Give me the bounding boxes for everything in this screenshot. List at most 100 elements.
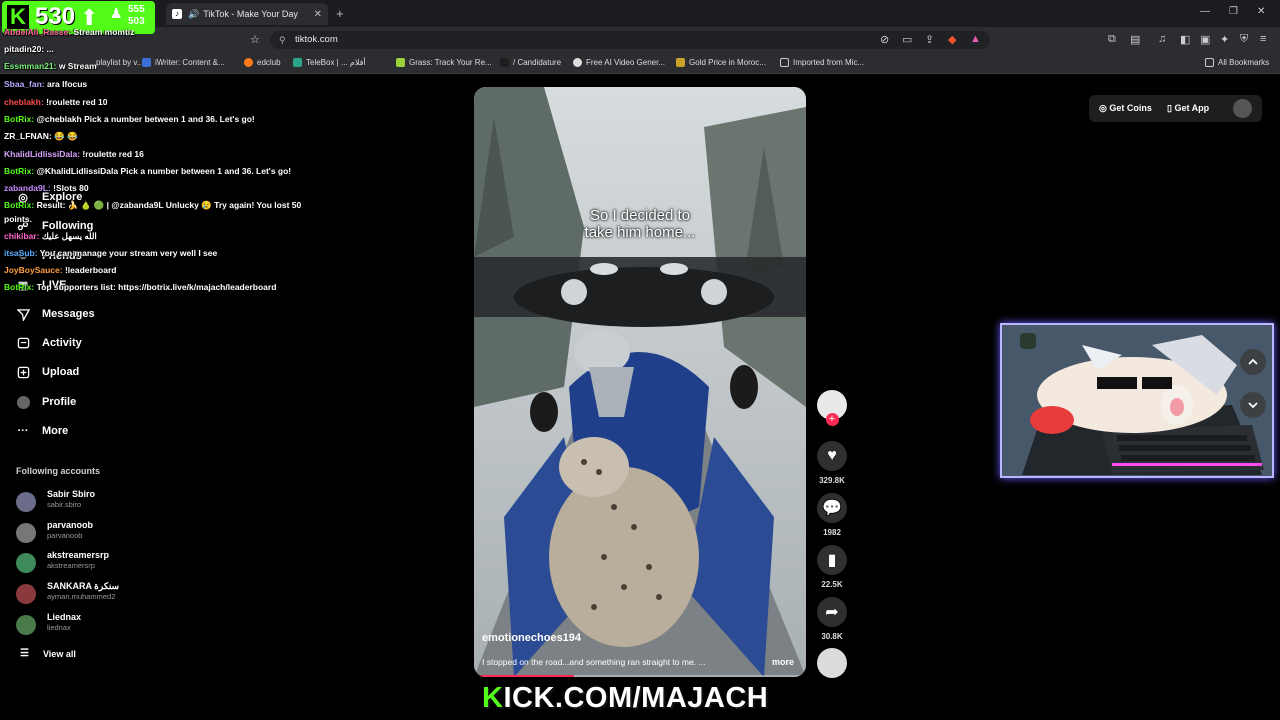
close-window-icon[interactable]: ✕ — [1257, 6, 1265, 17]
video-frame — [474, 87, 806, 677]
following-account[interactable]: Sabir Sbiro sabir.sbiro — [16, 489, 166, 517]
list-icon: ☰ — [20, 648, 29, 659]
video-player[interactable]: So I decided to take him home... emotion… — [474, 87, 806, 677]
user-avatar[interactable] — [1233, 99, 1252, 118]
wallet-icon[interactable]: ▣ — [1200, 33, 1210, 46]
chat-username: BotRix: — [4, 114, 35, 124]
nav-upload[interactable]: Upload — [16, 365, 156, 379]
nav-messages[interactable]: Messages — [16, 307, 156, 321]
bookmark-icon: ▮ — [817, 545, 847, 575]
bookmark-item[interactable]: Grass: Track Your Re... — [396, 58, 492, 67]
chat-message: Sbaa_fan: ara lfocus — [4, 79, 87, 89]
leo-ai-icon[interactable]: ✦ — [1220, 33, 1229, 46]
chat-message: zabanda9L: !Slots 80 — [4, 183, 89, 193]
browser-tab-bar: ♪ 🔊 TikTok - Make Your Day ✕ + — ❐ ✕ — [0, 0, 1280, 27]
video-more-button[interactable]: more — [772, 657, 794, 667]
bookmark-star-icon[interactable]: ☆ — [250, 33, 260, 46]
creator-avatar-button[interactable]: + — [817, 390, 847, 426]
all-bookmarks-folder[interactable]: All Bookmarks — [1205, 58, 1269, 67]
site-info-icon[interactable]: ⚲ — [279, 31, 286, 49]
profile-icon — [16, 395, 30, 409]
sidebar-toggle-icon[interactable]: ◧ — [1180, 33, 1190, 46]
chat-text: !roulette red 10 — [46, 97, 108, 107]
chat-username: KhalidLidlissiDala: — [4, 149, 81, 159]
bookmark-item[interactable]: edclub — [244, 58, 281, 67]
chat-text: !leaderboard — [64, 265, 117, 275]
new-tab-icon[interactable]: + — [336, 6, 344, 21]
like-button[interactable]: ♥ 329.8K — [817, 441, 847, 485]
browser-tab[interactable]: ♪ 🔊 TikTok - Make Your Day ✕ — [166, 3, 328, 25]
next-video-button[interactable] — [1240, 392, 1266, 418]
kick-logo-icon: K — [7, 5, 29, 29]
previous-video-button[interactable] — [1240, 349, 1266, 375]
bookmark-favicon-icon — [676, 58, 685, 67]
like-count: 329.8K — [819, 476, 845, 485]
vpn-icon[interactable]: ⛨ — [1240, 33, 1248, 46]
chat-username: Essmman21: — [4, 61, 57, 71]
share-button[interactable]: ➦ 30.8K — [817, 597, 847, 641]
chat-username: AbdelAli_Rasse: — [4, 27, 72, 37]
extensions-icon[interactable]: ⧉ — [1108, 33, 1116, 46]
video-username[interactable]: emotionechoes194 — [482, 632, 581, 644]
messages-icon — [16, 307, 30, 321]
nav-profile[interactable]: Profile — [16, 395, 156, 409]
chat-text: ara lfocus — [47, 79, 88, 89]
minimize-icon[interactable]: — — [1200, 6, 1210, 17]
streamer-webcam-overlay — [1000, 323, 1274, 478]
chat-username: BotRix: — [4, 200, 35, 210]
restore-icon[interactable]: ❐ — [1229, 6, 1238, 17]
menu-icon[interactable]: ≡ — [1260, 33, 1266, 45]
get-coins-button[interactable]: ◎ Get Coins — [1099, 103, 1152, 114]
bookmark-item[interactable]: playlist by v... — [96, 58, 143, 67]
follower-count-top: 555 — [128, 4, 145, 15]
coin-icon: ◎ — [1099, 103, 1110, 113]
save-button[interactable]: ▮ 22.5K — [817, 545, 847, 589]
bookmark-item[interactable]: / Candidature — [500, 58, 561, 67]
brave-shield-icon[interactable]: ◆ — [948, 33, 956, 46]
nav-more[interactable]: ··· More — [16, 424, 156, 438]
url-text: tiktok.com — [295, 34, 338, 45]
view-all-link[interactable]: ☰ View all — [20, 648, 76, 659]
video-caption: So I decided to take him home... — [584, 207, 696, 241]
no-camera-icon[interactable]: ⊘ — [880, 33, 889, 46]
tab-title: TikTok - Make Your Day — [203, 9, 298, 19]
screen: ♪ 🔊 TikTok - Make Your Day ✕ + — ❐ ✕ ⚲ t… — [0, 0, 1280, 720]
bookmark-folder[interactable]: Imported from Mic... — [780, 58, 864, 67]
bookmark-item[interactable]: Free AI Video Gener... — [573, 58, 665, 67]
comment-count: 1982 — [823, 528, 841, 537]
comment-button[interactable]: 💬 1982 — [817, 493, 847, 537]
chat-message: AbdelAli_Rasse: Stream momtiz — [4, 27, 134, 37]
avatar-illustration — [1002, 325, 1272, 476]
avatar — [16, 523, 36, 543]
bookmark-favicon-icon — [573, 58, 582, 67]
video-progress-bar[interactable] — [474, 675, 806, 677]
music-disc-button[interactable] — [817, 648, 847, 678]
folder-icon — [780, 58, 789, 67]
rewards-icon[interactable]: ▲ — [970, 33, 981, 45]
following-account[interactable]: Liednax liednax — [16, 612, 166, 640]
cast-icon[interactable]: ▭ — [902, 33, 912, 46]
follow-plus-icon[interactable]: + — [825, 413, 839, 426]
bookmark-item[interactable]: Gold Price in Moroc... — [676, 58, 766, 67]
bookmark-item[interactable]: TeleBox | ... أفلام — [293, 58, 366, 67]
following-account[interactable]: SANKARA سنكرة ayman.muhammed2 — [16, 581, 166, 609]
speaker-icon: 🔊 — [188, 8, 200, 19]
following-account[interactable]: akstreamersrp akstreamersrp — [16, 550, 166, 578]
chat-text: @cheblakh Pick a number between 1 and 36… — [36, 114, 255, 124]
chat-text: Result: 🍌 🍐 🟢 | @zabanda9L Unlucky 😢 Try… — [36, 200, 302, 210]
reader-icon[interactable]: ▤ — [1130, 33, 1140, 46]
bookmark-favicon-icon — [293, 58, 302, 67]
media-icon[interactable]: ♫ — [1158, 33, 1166, 45]
tab-close-icon[interactable]: ✕ — [314, 9, 322, 20]
bookmark-favicon-icon — [396, 58, 405, 67]
nav-activity[interactable]: Activity — [16, 336, 156, 350]
stream-url-overlay: KICK.COM/MAJACH — [482, 682, 769, 714]
get-app-button[interactable]: ▯ Get App — [1167, 103, 1209, 114]
chat-username: pitadin20: — [4, 44, 45, 54]
following-account[interactable]: parvanoob parvanoob — [16, 520, 166, 548]
activity-icon — [16, 336, 30, 350]
bookmark-item[interactable]: iWriter: Content &... — [142, 58, 225, 67]
chat-text: You can manage your stream very well I s… — [39, 248, 218, 258]
share-icon[interactable]: ⇪ — [925, 33, 934, 46]
chat-message: BotRix: Result: 🍌 🍐 🟢 | @zabanda9L Unluc… — [4, 200, 301, 211]
